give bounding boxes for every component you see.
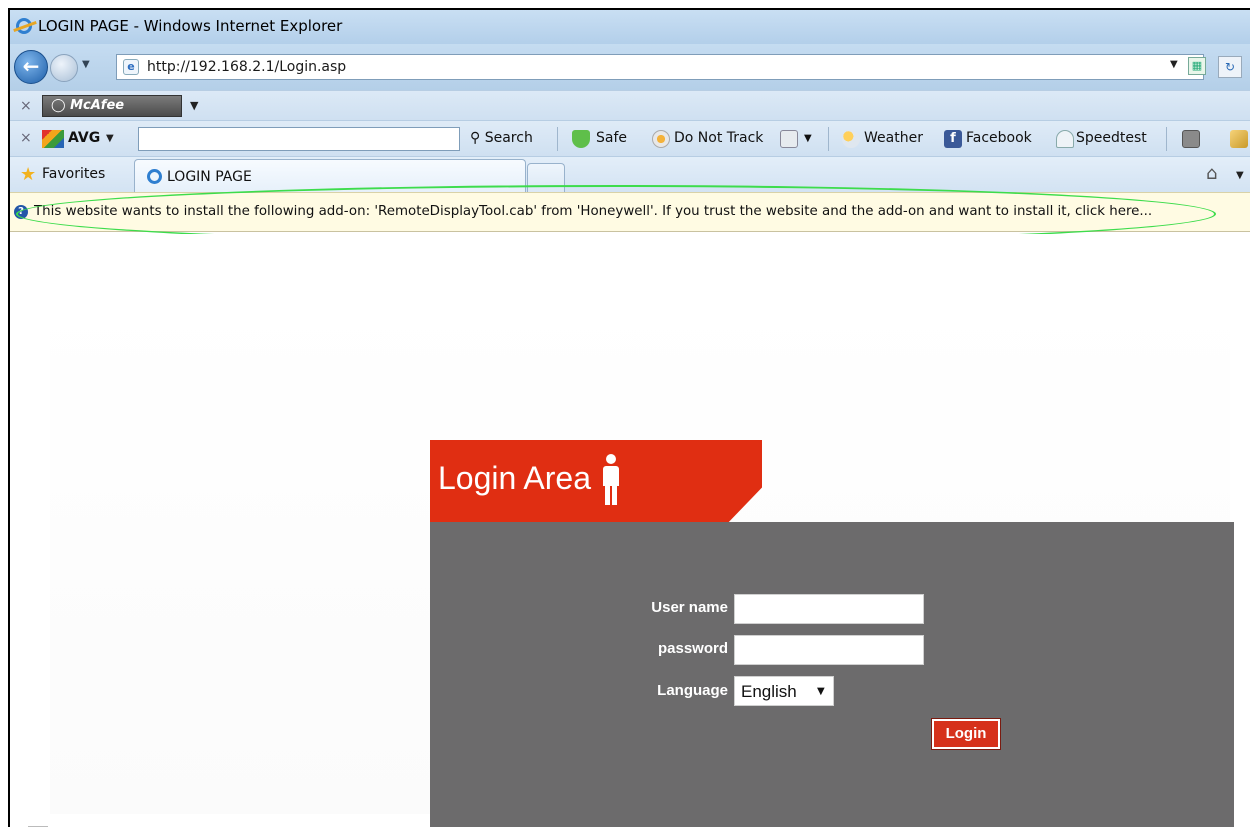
avg-search-input[interactable] [138,127,460,151]
toolbar-separator [1166,127,1167,151]
language-label: Language [657,682,728,699]
login-button[interactable]: Login [931,718,1001,750]
shield-icon [572,130,590,148]
mcafee-toolbar: × ◯ McAfee ▼ [10,90,1250,120]
toolbar-separator [557,127,558,151]
home-icon[interactable]: ⌂ [1206,165,1217,183]
internet-explorer-icon [16,18,32,34]
do-not-track-button[interactable]: Do Not Track [674,130,763,146]
tab-ie-icon [147,169,162,184]
avg-toolbar-close-icon[interactable]: × [20,130,32,146]
password-input[interactable] [734,635,924,665]
back-arrow-icon: ← [22,54,40,78]
avg-logo-icon [42,130,64,148]
do-not-track-icon [652,130,670,148]
mcafee-label: McAfee [70,98,125,113]
weather-button[interactable]: Weather [864,130,923,146]
page-icon: e [123,59,139,75]
login-area-header: Login Area [430,440,762,522]
magnifier-icon: ⚲ [470,130,481,146]
favorites-button[interactable]: Favorites [42,166,105,182]
recent-pages-dropdown-icon[interactable]: ▼ [82,59,90,70]
home-dropdown-icon[interactable]: ▼ [1236,170,1244,181]
page-content: Login Area User name password Language E… [10,234,1250,827]
mcafee-dropdown-icon[interactable]: ▼ [190,99,198,112]
username-input[interactable] [734,594,924,624]
new-tab-button[interactable] [527,163,565,193]
navigation-bar: ← ▼ e http://192.168.2.1/Login.asp ▼ ▦ ↻ [10,44,1250,90]
address-field[interactable]: e http://192.168.2.1/Login.asp [116,54,1204,80]
weather-icon [842,130,860,148]
speedtest-button[interactable]: Speedtest [1076,130,1147,146]
favorites-bar: ★ Favorites LOGIN PAGE ⌂ ▼ [10,156,1250,193]
mcafee-toolbar-close-icon[interactable]: × [20,98,32,114]
browser-window: LOGIN PAGE - Windows Internet Explorer ←… [8,8,1250,827]
speedtest-icon [1056,130,1074,148]
person-icon [600,454,622,508]
trash-dropdown-icon[interactable]: ▼ [804,133,812,144]
window-title: LOGIN PAGE - Windows Internet Explorer [38,17,343,35]
address-dropdown-icon[interactable]: ▼ [1170,59,1178,70]
login-area-title: Login Area [438,460,592,496]
mcafee-button[interactable]: ◯ McAfee [42,95,182,117]
login-form-panel: User name password Language English ▼ Lo… [430,522,1234,827]
chevron-down-icon: ▼ [817,686,825,697]
facebook-button[interactable]: Facebook [966,130,1032,146]
password-label: password [657,640,728,657]
information-bar-message[interactable]: This website wants to install the follow… [34,204,1152,219]
safe-button[interactable]: Safe [596,130,627,146]
url-text[interactable]: http://192.168.2.1/Login.asp [147,59,346,75]
tab-title: LOGIN PAGE [167,169,252,185]
avg-dropdown-icon[interactable]: ▼ [106,133,114,144]
language-selected-value: English [741,682,797,701]
refresh-icon[interactable]: ↻ [1218,56,1242,78]
info-shield-icon: ? [14,205,28,219]
facebook-icon: f [944,130,962,148]
favorites-star-icon[interactable]: ★ [20,166,36,184]
back-button[interactable]: ← [14,50,48,84]
notepad-icon[interactable] [1230,130,1248,148]
username-label: User name [651,599,728,616]
trash-icon[interactable] [780,130,798,148]
search-label: Search [484,130,533,146]
avg-toolbar: × AVG ▼ ⚲ Search Safe Do Not Track ▼ Wea… [10,120,1250,156]
search-button[interactable]: ⚲ Search [470,130,533,146]
toolbar-separator [828,127,829,151]
compatibility-view-icon[interactable]: ▦ [1188,57,1206,75]
avg-brand-label[interactable]: AVG [68,130,100,146]
language-select[interactable]: English ▼ [734,676,834,706]
calculator-icon[interactable] [1182,130,1200,148]
tab-login-page[interactable]: LOGIN PAGE [134,159,526,193]
title-bar: LOGIN PAGE - Windows Internet Explorer [10,10,1250,44]
add-on-information-bar[interactable]: ? This website wants to install the foll… [10,192,1250,232]
forward-button[interactable] [50,54,78,82]
